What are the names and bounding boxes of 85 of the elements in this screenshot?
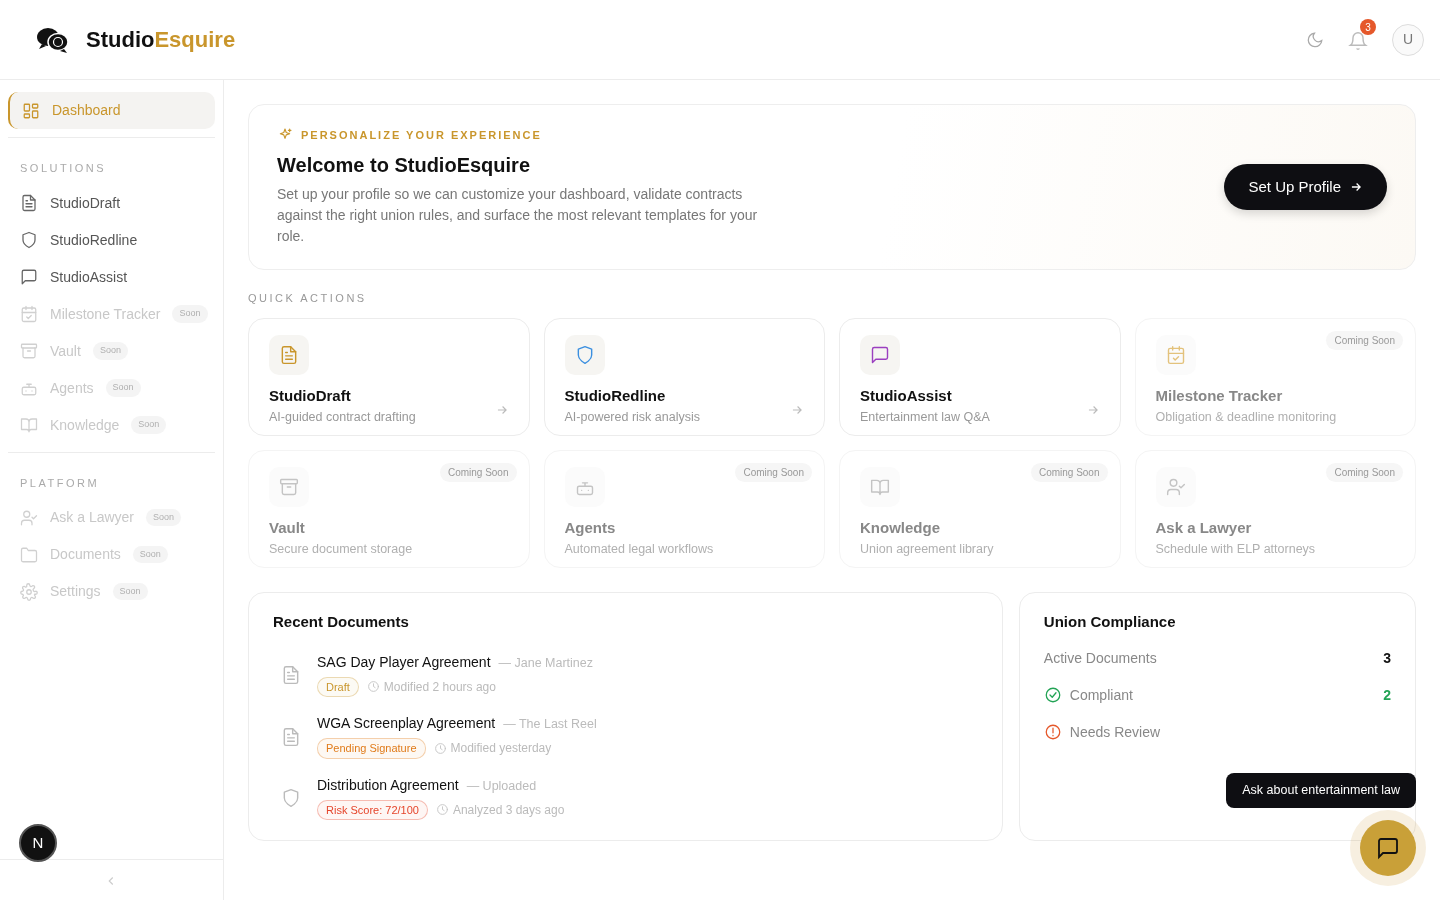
compliance-value: 3 (1383, 648, 1391, 668)
panel-title: Union Compliance (1043, 612, 1177, 632)
document-name[interactable]: WGA Screenplay Agreement (317, 713, 496, 734)
section-heading: QUICK ACTIONS (248, 290, 368, 306)
document-icon (20, 194, 38, 212)
sidebar-item[interactable]: StudioDraft (8, 184, 215, 222)
soon-badge: Soon (172, 305, 208, 323)
eyebrow-text: PERSONALIZE YOUR EXPERIENCE (301, 128, 542, 143)
calendar-icon (20, 305, 38, 323)
card-subtitle: Secure document storage (269, 540, 414, 558)
book-icon (20, 416, 38, 434)
user-check-icon (20, 508, 38, 527)
card-subtitle: Entertainment law Q&A (860, 408, 991, 426)
compliance-label: Compliant (1069, 685, 1133, 705)
tooltip: Ask about entertainment law (1226, 773, 1416, 808)
document-time: Analyzed 3 days ago (452, 801, 565, 819)
archive-icon (20, 342, 38, 360)
sidebar-item[interactable]: StudioRedline (8, 221, 215, 259)
quick-action-card[interactable]: StudioDraft AI-guided contract drafting (248, 318, 530, 436)
document-name[interactable]: SAG Day Player Agreement (317, 651, 491, 673)
coming-soon-badge: Coming Soon (1326, 463, 1403, 482)
chat-icon (20, 268, 38, 286)
shield-icon (20, 231, 38, 249)
card-subtitle: Schedule with ELP attorneys (1155, 540, 1317, 558)
document-party: — Jane Martinez (498, 654, 593, 672)
logo-text: Studio (86, 27, 155, 52)
soon-badge: Soon (92, 342, 128, 360)
quick-action-card[interactable]: StudioAssist Entertainment law Q&A (839, 318, 1121, 436)
quick-action-card[interactable]: StudioRedline AI-powered risk analysis (543, 318, 825, 436)
compliance-label: Needs Review (1069, 722, 1161, 742)
folder-icon (20, 545, 38, 564)
card-subtitle: Obligation & deadline monitoring (1155, 408, 1338, 426)
card-title: StudioRedline (564, 386, 667, 406)
clock-icon (366, 680, 380, 694)
card-title: StudioAssist (860, 386, 953, 406)
sidebar-item[interactable]: StudioAssist (8, 258, 215, 296)
clock-icon (435, 803, 449, 817)
card-subtitle: Automated legal workflows (564, 540, 715, 558)
logo-icon (36, 25, 70, 54)
notification-count: 3 (1360, 19, 1376, 36)
clock-icon (433, 741, 447, 755)
soon-badge: Soon (146, 508, 182, 527)
dev-indicator-button[interactable]: N (19, 824, 57, 862)
card-title: Knowledge (860, 518, 941, 538)
document-party: — The Last Reel (503, 716, 597, 733)
settings-icon (20, 582, 38, 601)
setup-profile-button[interactable]: Set Up Profile (1224, 163, 1387, 210)
coming-soon-badge: Coming Soon (1326, 331, 1403, 350)
coming-soon-badge: Coming Soon (735, 463, 812, 482)
coming-soon-badge: Coming Soon (1030, 463, 1108, 482)
soon-badge: Soon (105, 379, 141, 397)
card-title: StudioDraft (269, 386, 352, 406)
grid-icon (22, 101, 40, 120)
document-time: Modified 2 hours ago (383, 678, 496, 696)
card-title: Agents (564, 518, 617, 538)
status-badge: Draft (317, 676, 359, 697)
card-title: Milestone Tracker (1155, 386, 1284, 406)
sidebar-item[interactable]: Dashboard (8, 92, 215, 129)
shield-icon (281, 788, 301, 808)
section-heading: SOLUTIONS (19, 161, 108, 176)
document-name[interactable]: Distribution Agreement (317, 774, 459, 796)
chat-button[interactable] (1360, 820, 1416, 876)
avatar-button[interactable]: U (1392, 23, 1424, 56)
chat-icon (1376, 836, 1400, 860)
coming-soon-badge: Coming Soon (439, 463, 517, 482)
welcome-title: Welcome to StudioEsquire (277, 152, 531, 178)
document-party: — Uploaded (466, 777, 537, 795)
compliance-label: Active Documents (1043, 648, 1157, 668)
compliance-value: 2 (1383, 685, 1391, 705)
status-badge: Pending Signature (317, 738, 426, 759)
soon-badge: Soon (131, 416, 167, 434)
card-title: Vault (269, 518, 306, 538)
soon-badge: Soon (112, 582, 148, 601)
welcome-text: Set up your profile so we can customize your dashboard, validate contracts against the right union rules, and surface the most relevant templates for your role. (277, 184, 759, 246)
card-subtitle: AI-guided contract drafting (269, 408, 417, 426)
card-subtitle: Union agreement library (860, 540, 995, 558)
document-icon (281, 726, 301, 747)
card-title: Ask a Lawyer (1155, 518, 1253, 538)
document-time: Modified yesterday (450, 740, 552, 758)
panel-title: Recent Documents (273, 612, 410, 632)
card-subtitle: AI-powered risk analysis (564, 408, 701, 426)
status-badge: Risk Score: 72/100 (317, 799, 428, 820)
logo-text: Esquire (154, 27, 236, 52)
document-icon (281, 665, 301, 685)
section-heading: PLATFORM (19, 475, 101, 491)
